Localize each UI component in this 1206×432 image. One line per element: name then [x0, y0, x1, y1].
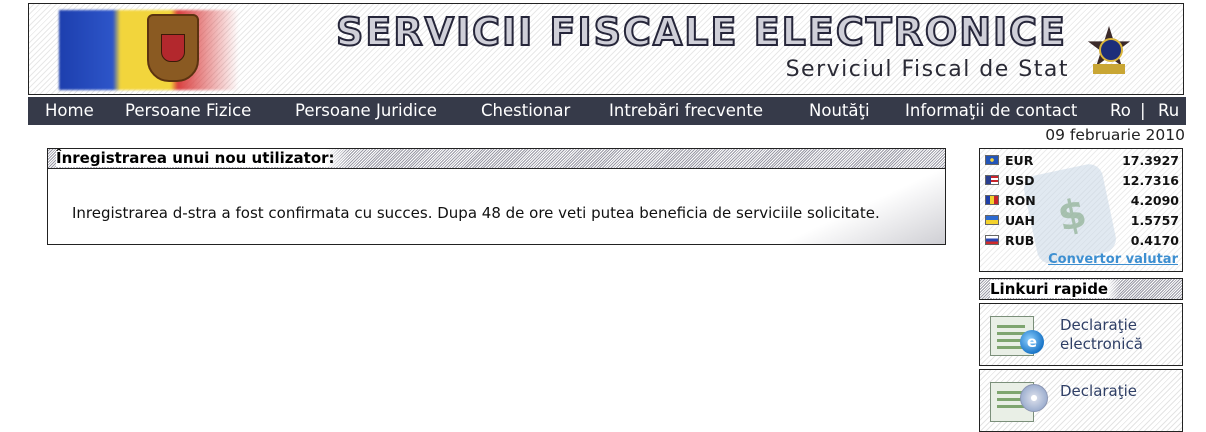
panel-title-bar: Înregistrarea unui nou utilizator: [48, 149, 945, 169]
currency-code: UAH [1005, 213, 1035, 228]
ua-flag-icon [985, 215, 999, 225]
fiscal-service-emblem-icon [1087, 22, 1131, 78]
currency-rate: 4.2090 [1130, 193, 1179, 208]
nav-chestionar[interactable]: Chestionar [481, 101, 570, 120]
confirmation-message: Inregistrarea d-stra a fost confirmata c… [72, 204, 880, 222]
quick-links-header: Linkuri rapide [979, 278, 1183, 300]
currency-code: USD [1005, 173, 1035, 188]
rate-row: EUR 17.3927 [985, 150, 1179, 170]
quick-links-title: Linkuri rapide [990, 280, 1121, 298]
lang-separator: | [1140, 101, 1146, 120]
us-flag-icon [985, 175, 999, 185]
current-date: 09 februarie 2010 [1045, 126, 1185, 144]
rate-row: UAH 1.5757 [985, 210, 1179, 230]
quick-link-label: Declaraţie electronică [1060, 316, 1143, 353]
lang-ro-link[interactable]: Ro [1110, 101, 1131, 120]
rate-row: RUB 0.4170 [985, 230, 1179, 250]
currency-code: RON [1005, 193, 1036, 208]
declaration-cd-icon [990, 378, 1048, 424]
currency-rate: 17.3927 [1122, 153, 1179, 168]
header-banner: SERVICII FISCALE ELECTRONICE Serviciul F… [28, 3, 1184, 95]
ru-flag-icon [985, 235, 999, 245]
main-nav: Home Persoane Fizice Persoane Juridice C… [28, 97, 1186, 125]
currency-rate: 0.4170 [1130, 233, 1179, 248]
currency-rate: 12.7316 [1122, 173, 1179, 188]
nav-home[interactable]: Home [45, 101, 94, 120]
quick-link-declaratie[interactable]: Declaraţie [979, 369, 1183, 432]
banner-subtitle: Serviciul Fiscal de Stat [785, 57, 1069, 82]
currency-code: RUB [1005, 233, 1035, 248]
rate-row: RON 4.2090 [985, 190, 1179, 210]
nav-persoane-juridice[interactable]: Persoane Juridice [295, 101, 437, 120]
nav-informatii-contact[interactable]: Informaţii de contact [905, 101, 1077, 120]
banner-title: SERVICII FISCALE ELECTRONICE [335, 9, 1067, 55]
lang-ru-link[interactable]: Ru [1158, 101, 1179, 120]
ro-flag-icon [985, 195, 999, 205]
declaration-ie-icon: e [990, 312, 1046, 358]
exchange-rates-box: $ EUR 17.3927 USD 12.7316 RON 4.2090 UAH… [979, 148, 1183, 272]
panel-title: Înregistrarea unui nou utilizator: [56, 149, 349, 167]
coat-of-arms-icon [147, 14, 199, 82]
rate-row: USD 12.7316 [985, 170, 1179, 190]
nav-intrebari-frecvente[interactable]: Intrebări frecvente [609, 101, 763, 120]
nav-persoane-fizice[interactable]: Persoane Fizice [125, 101, 251, 120]
quick-link-label: Declaraţie [1060, 382, 1138, 400]
quick-link-declaratie-electronica[interactable]: e Declaraţie electronică [979, 303, 1183, 366]
currency-converter-link[interactable]: Convertor valutar [1048, 252, 1178, 267]
nav-noutati[interactable]: Noutăţi [809, 101, 870, 120]
currency-rate: 1.5757 [1130, 213, 1179, 228]
registration-panel: Înregistrarea unui nou utilizator: Inreg… [47, 148, 946, 245]
currency-code: EUR [1005, 153, 1034, 168]
eu-flag-icon [985, 155, 999, 165]
